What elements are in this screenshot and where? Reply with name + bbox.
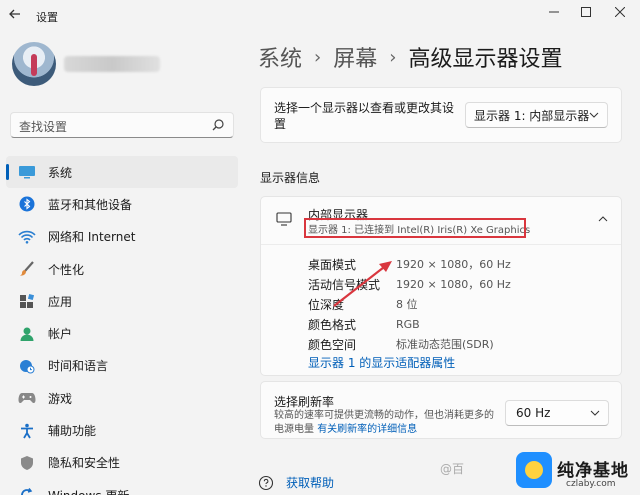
breadcrumb: 系统 › 屏幕 › 高级显示器设置 [258, 41, 562, 73]
sidebar-item-label: 个性化 [48, 262, 85, 277]
search-input[interactable]: 查找设置 [10, 112, 234, 138]
sidebar-item-accounts[interactable]: 帐户 [6, 317, 238, 349]
bluetooth-icon [18, 195, 36, 213]
info-value: 标准动态范围(SDR) [396, 338, 494, 351]
sidebar-item-label: Windows 更新 [48, 487, 129, 495]
display-select-label: 选择一个显示器以查看或更改其设置 [274, 101, 455, 131]
info-value: 1920 × 1080，60 Hz [396, 258, 511, 271]
breadcrumb-display[interactable]: 屏幕 [333, 41, 377, 73]
sidebar-item-windows-update[interactable]: Windows 更新 [6, 479, 238, 495]
chevron-down-icon [590, 410, 600, 416]
sidebar-item-personalization[interactable]: 个性化 [6, 253, 238, 285]
wifi-icon [18, 228, 36, 246]
chevron-up-icon[interactable] [597, 213, 609, 225]
search-icon [212, 119, 224, 131]
app-title: 设置 [36, 11, 58, 24]
info-row: 颜色格式 RGB [308, 314, 511, 334]
info-row: 颜色空间 标准动态范围(SDR) [308, 334, 511, 354]
refresh-rate-title: 选择刷新率 [274, 395, 335, 409]
gamepad-icon [18, 389, 36, 407]
globe-clock-icon [18, 357, 36, 375]
info-value: 1920 × 1080，60 Hz [396, 278, 511, 291]
display-info-header[interactable]: 内部显示器 显示器 1: 已连接到 Intel(R) Iris(R) Xe Gr… [261, 197, 621, 245]
display-select-value: 显示器 1: 内部显示器 [474, 108, 590, 123]
title-bar: 设置 [0, 0, 640, 32]
sidebar-nav: 系统 蓝牙和其他设备 网络和 Internet 个性化 应用 帐户 时间和语言 … [6, 156, 238, 495]
shield-icon [18, 454, 36, 472]
sidebar-item-privacy[interactable]: 隐私和安全性 [6, 447, 238, 479]
get-help-link[interactable]: 获取帮助 [258, 474, 334, 491]
sidebar-item-label: 辅助功能 [48, 424, 97, 439]
refresh-rate-value: 60 Hz [516, 406, 551, 420]
sidebar-item-accessibility[interactable]: 辅助功能 [6, 414, 238, 446]
info-value: RGB [396, 317, 420, 331]
sidebar-item-apps[interactable]: 应用 [6, 285, 238, 317]
chevron-right-icon: › [389, 46, 397, 68]
avatar[interactable] [12, 42, 56, 86]
section-title: 显示器信息 [260, 171, 321, 185]
sidebar-item-label: 蓝牙和其他设备 [48, 197, 133, 212]
sidebar-item-label: 时间和语言 [48, 359, 109, 374]
watermark-logo [516, 452, 552, 488]
highlight-box [304, 218, 526, 238]
monitor-icon [18, 163, 36, 181]
annotation-arrow-icon [333, 261, 392, 307]
sidebar-item-label: 帐户 [48, 327, 73, 342]
refresh-rate-card: 选择刷新率 较高的速率可提供更流畅的动作，但也消耗更多的电源电量 有关刷新率的详… [260, 381, 622, 439]
close-button[interactable] [598, 0, 640, 24]
adapter-properties-link[interactable]: 显示器 1 的显示适配器属性 [308, 354, 455, 371]
chevron-right-icon: › [314, 46, 322, 68]
sidebar-item-label: 网络和 Internet [48, 230, 136, 245]
help-chat-icon [258, 475, 274, 490]
chevron-down-icon [589, 112, 599, 118]
display-select-dropdown[interactable]: 显示器 1: 内部显示器 [465, 102, 608, 128]
sidebar-item-system[interactable]: 系统 [6, 156, 238, 189]
info-key: 颜色格式 [308, 317, 357, 332]
sidebar-item-bluetooth[interactable]: 蓝牙和其他设备 [6, 188, 238, 220]
watermark-title: 纯净基地 [557, 461, 629, 481]
update-icon [18, 486, 36, 495]
breadcrumb-system[interactable]: 系统 [258, 41, 302, 73]
refresh-rate-info-link[interactable]: 有关刷新率的详细信息 [317, 424, 417, 435]
accessibility-icon [18, 422, 36, 440]
page-title: 高级显示器设置 [408, 47, 563, 72]
person-icon [18, 325, 36, 343]
display-info-card: 内部显示器 显示器 1: 已连接到 Intel(R) Iris(R) Xe Gr… [260, 196, 622, 376]
brush-icon [18, 260, 36, 278]
apps-icon [18, 292, 36, 310]
refresh-rate-dropdown[interactable]: 60 Hz [505, 400, 609, 426]
back-arrow-icon[interactable] [8, 7, 24, 23]
sidebar-item-label: 游戏 [48, 391, 73, 406]
info-key: 颜色空间 [308, 337, 357, 352]
sidebar-item-label: 隐私和安全性 [48, 456, 121, 471]
watermark-url: czlaby.com [566, 479, 616, 489]
user-name-blurred [64, 56, 160, 72]
sidebar-item-label: 应用 [48, 294, 73, 309]
get-help-label: 获取帮助 [286, 476, 335, 490]
sidebar-item-time-language[interactable]: 时间和语言 [6, 350, 238, 382]
monitor-icon [276, 212, 292, 226]
display-select-card: 选择一个显示器以查看或更改其设置 显示器 1: 内部显示器 [260, 87, 622, 143]
sidebar-item-label: 系统 [48, 165, 73, 180]
sidebar-item-gaming[interactable]: 游戏 [6, 382, 238, 414]
sidebar-item-network[interactable]: 网络和 Internet [6, 221, 238, 253]
watermark-text: @百 [440, 462, 465, 476]
search-placeholder: 查找设置 [19, 120, 68, 134]
refresh-rate-description: 较高的速率可提供更流畅的动作，但也消耗更多的电源电量 有关刷新率的详细信息 [274, 409, 496, 437]
